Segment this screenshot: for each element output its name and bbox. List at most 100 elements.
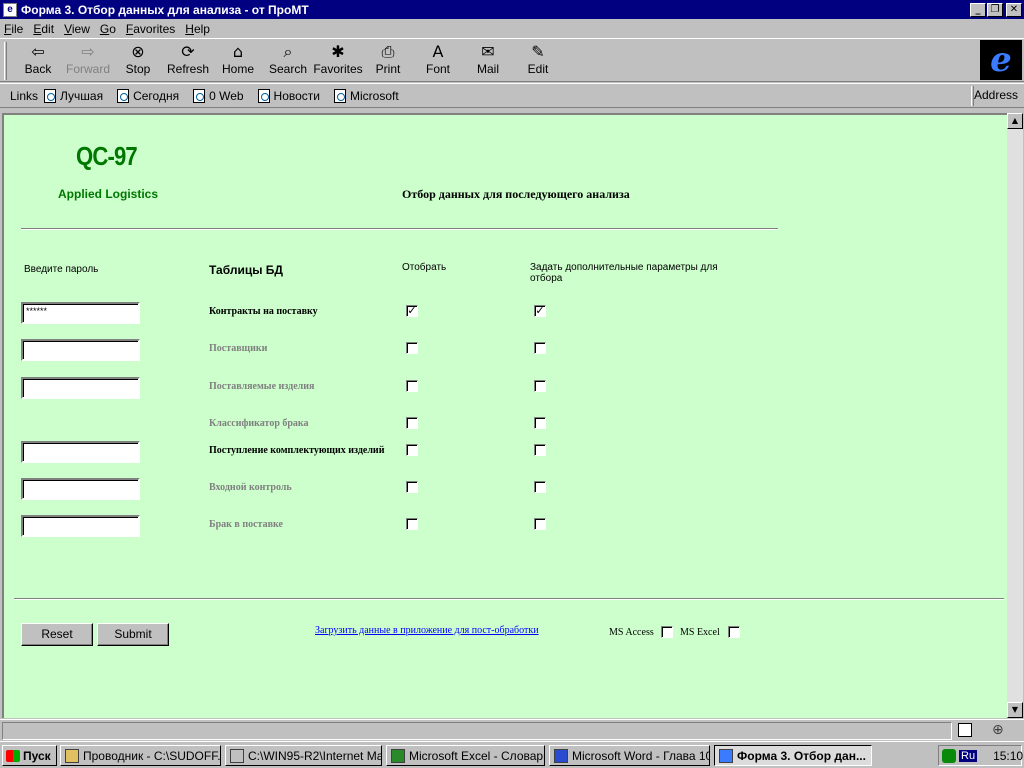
menu-favorites[interactable]: Favorites xyxy=(126,22,175,36)
password-field[interactable] xyxy=(21,339,140,361)
logo: QC-97 xyxy=(76,141,138,171)
load-data-link[interactable]: Загрузить данные в приложение для пост-о… xyxy=(315,625,539,636)
taskbar-task[interactable]: Форма 3. Отбор дан... xyxy=(714,745,872,766)
close-button[interactable]: ✕ xyxy=(1006,2,1022,17)
reset-button[interactable]: Reset xyxy=(21,623,93,646)
link-item[interactable]: 0 Web xyxy=(193,88,244,103)
link-page-icon xyxy=(334,88,346,103)
params-checkbox[interactable] xyxy=(534,417,546,429)
system-tray: Ru 15:10 xyxy=(938,745,1024,766)
start-button[interactable]: Пуск xyxy=(2,745,57,766)
tray-app-icon[interactable] xyxy=(942,749,956,763)
stop-button[interactable]: ⊗ Stop xyxy=(113,39,163,79)
menu-view[interactable]: View xyxy=(64,22,90,36)
forward-button[interactable]: ⇨ Forward xyxy=(63,39,113,79)
vertical-scrollbar[interactable]: ▲ ▼ xyxy=(1007,113,1023,718)
menu-go[interactable]: Go xyxy=(100,22,116,36)
menu-edit[interactable]: Edit xyxy=(33,22,54,36)
taskbar-task[interactable]: Microsoft Word - Глава 10... xyxy=(549,745,710,766)
minimize-button[interactable]: _ xyxy=(970,2,986,17)
language-indicator[interactable]: Ru xyxy=(959,749,978,762)
ie-page-icon[interactable]: e xyxy=(3,2,17,17)
home-icon: ⌂ xyxy=(232,42,244,61)
link-page-icon xyxy=(193,88,206,103)
divider-bottom xyxy=(14,598,1004,600)
back-arrow-icon: ⇦ xyxy=(31,42,45,61)
ms-access-checkbox[interactable] xyxy=(661,626,673,638)
password-field[interactable] xyxy=(21,377,140,399)
windows-flag-icon xyxy=(6,749,20,762)
params-checkbox[interactable] xyxy=(534,380,546,392)
taskbar-task[interactable]: Microsoft Excel - Словарь ... xyxy=(386,745,545,766)
home-button[interactable]: ⌂ Home xyxy=(213,39,263,79)
select-checkbox[interactable] xyxy=(406,481,418,493)
taskbar-task[interactable]: Проводник - C:\SUDOFF... xyxy=(60,745,221,766)
link-page-icon xyxy=(44,88,57,103)
password-field[interactable] xyxy=(21,478,140,500)
params-checkbox[interactable] xyxy=(534,342,546,354)
clock: 15:10 xyxy=(993,748,1024,763)
font-button[interactable]: A Font xyxy=(413,39,463,79)
ms-excel-checkbox[interactable] xyxy=(728,626,740,638)
mail-app-icon xyxy=(230,748,244,763)
select-checkbox[interactable] xyxy=(406,342,418,354)
explorer-icon xyxy=(65,748,79,763)
links-bar: Links Лучшая Сегодня 0 Web Новости Micro… xyxy=(0,83,1024,108)
params-checkbox[interactable] xyxy=(534,481,546,493)
table-name: Поступление комплектующих изделий xyxy=(209,445,385,456)
favorites-button[interactable]: ✱ Favorites xyxy=(313,39,363,79)
select-checkbox[interactable] xyxy=(406,380,418,392)
print-button[interactable]: ⎙ Print xyxy=(363,39,413,79)
link-page-icon xyxy=(117,88,130,103)
params-checkbox[interactable] xyxy=(534,518,546,530)
ie-icon xyxy=(719,748,733,763)
params-column-header: Задать дополнительные параметры для отбо… xyxy=(530,262,718,284)
restore-button[interactable]: ❐ xyxy=(987,2,1003,17)
excel-icon xyxy=(391,748,405,763)
submit-button[interactable]: Submit xyxy=(97,623,169,646)
ms-excel-label: MS Excel xyxy=(680,627,720,638)
table-name: Поставляемые изделия xyxy=(209,381,315,392)
menu-help[interactable]: Help xyxy=(185,22,210,36)
password-field[interactable] xyxy=(21,441,140,463)
select-checkbox[interactable]: ✓ xyxy=(406,305,418,317)
refresh-icon: ⟳ xyxy=(181,42,195,61)
select-checkbox[interactable] xyxy=(406,518,418,530)
toolbar: ⇦ Back ⇨ Forward ⊗ Stop ⟳ Refresh ⌂ Home ⌕ Search ✱ F… xyxy=(0,38,1024,82)
params-checkbox[interactable]: ✓ xyxy=(534,305,546,317)
printer-icon: ⎙ xyxy=(381,42,395,61)
scroll-up-button[interactable]: ▲ xyxy=(1007,113,1023,129)
company-name: Applied Logistics xyxy=(58,187,159,201)
taskbar-task[interactable]: C:\WIN95-R2\Internet Mail xyxy=(225,745,382,766)
links-label[interactable]: Links xyxy=(10,89,38,103)
search-icon: ⌕ xyxy=(283,42,293,61)
page-status-icon xyxy=(958,723,972,737)
window-title-bar[interactable]: e Форма 3. Отбор данных для анализа - от… xyxy=(0,0,1024,19)
link-item[interactable]: Лучшая xyxy=(44,88,103,103)
link-item[interactable]: Новости xyxy=(257,88,320,103)
back-button[interactable]: ⇦ Back xyxy=(13,39,63,79)
ms-access-label: MS Access xyxy=(609,627,654,638)
params-checkbox[interactable] xyxy=(534,444,546,456)
password-column-header: Введите пароль xyxy=(24,264,99,275)
select-checkbox[interactable] xyxy=(406,444,418,456)
edit-button[interactable]: ✎ Edit xyxy=(513,39,563,79)
scroll-down-button[interactable]: ▼ xyxy=(1007,702,1023,718)
address-label[interactable]: Address xyxy=(974,88,1018,102)
select-checkbox[interactable] xyxy=(406,417,418,429)
ie-logo-icon: e xyxy=(980,40,1022,80)
link-item[interactable]: Сегодня xyxy=(117,88,179,103)
password-field[interactable]: ****** xyxy=(21,302,140,324)
menu-bar: File Edit View Go Favorites Help xyxy=(0,19,1024,38)
refresh-button[interactable]: ⟳ Refresh xyxy=(163,39,213,79)
tables-column-header: Таблицы БД xyxy=(209,263,283,277)
search-button[interactable]: ⌕ Search xyxy=(263,39,313,79)
word-icon xyxy=(554,748,568,763)
select-column-header: Отобрать xyxy=(402,262,447,273)
mail-button[interactable]: ✉ Mail xyxy=(463,39,513,79)
divider-top xyxy=(21,228,778,230)
link-item[interactable]: Microsoft xyxy=(334,88,399,103)
password-field[interactable] xyxy=(21,515,140,537)
menu-file[interactable]: File xyxy=(4,22,23,36)
toolbar-grip[interactable] xyxy=(4,42,7,80)
